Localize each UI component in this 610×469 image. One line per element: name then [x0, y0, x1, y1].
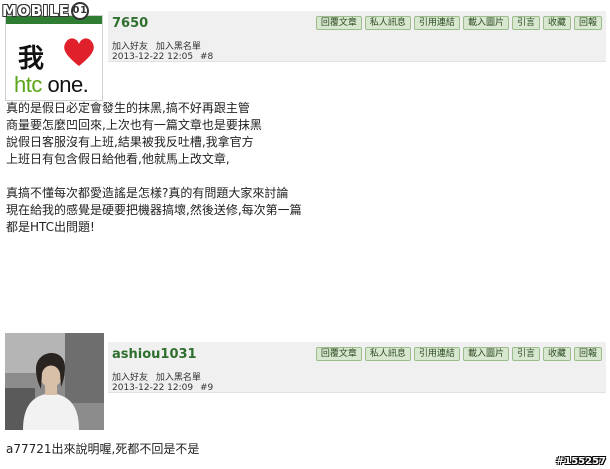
post-line: a77721出來說明喔,死都不回是不是 — [6, 442, 200, 456]
avatar-text: 我 — [18, 44, 45, 74]
post-content: a77721出來說明喔,死都不回是不是 — [6, 441, 199, 458]
site-logo[interactable]: MOBILE 01 — [2, 0, 89, 22]
post-8: 我 htc one. 7650 加入好友 加入黑名單 2013-12-22 12… — [0, 0, 610, 325]
post-line: 現在給我的感覺是硬要把機器搞壞,然後送修,每次第一篇 — [6, 203, 302, 217]
add-blacklist-link[interactable]: 加入黑名單 — [156, 373, 201, 383]
avatar[interactable]: 我 htc one. — [5, 15, 103, 101]
site-logo-text: MOBILE — [2, 2, 70, 20]
report-button[interactable]: 回報 — [573, 347, 602, 361]
post-header: 7650 加入好友 加入黑名單 2013-12-22 12:05 #8 回覆文章… — [108, 11, 606, 62]
post-number[interactable]: #9 — [200, 383, 213, 393]
add-blacklist-link[interactable]: 加入黑名單 — [156, 42, 201, 52]
reply-button[interactable]: 回覆文章 — [315, 16, 362, 30]
favorite-button[interactable]: 收藏 — [542, 347, 571, 361]
post-timestamp: 2013-12-22 12:09 — [112, 383, 194, 393]
post-paragraph: 真的是假日必定會發生的抹黑,搞不好再跟主管 商量要怎麼凹回來,上次也有一篇文章也… — [6, 100, 302, 168]
post-paragraph: 真搞不懂每次都愛造謠是怎樣?真的有問題大家來討論 現在給我的感覺是硬要把機器搞壞… — [6, 185, 302, 236]
avatar[interactable] — [5, 333, 104, 430]
post-line: 都是HTC出問題! — [6, 220, 95, 234]
post-toolbar: 回覆文章 私人訊息 引用連結 載入圖片 引言 收藏 回報 — [315, 347, 602, 361]
quote-link-button[interactable]: 引用連結 — [413, 16, 460, 30]
load-images-button[interactable]: 載入圖片 — [462, 16, 509, 30]
quote-button[interactable]: 引言 — [511, 347, 540, 361]
post-meta: 2013-12-22 12:05 #8 — [112, 52, 217, 62]
post-line: 上班日有包含假日給他看,他就馬上改文章, — [6, 152, 230, 166]
favorite-button[interactable]: 收藏 — [542, 16, 571, 30]
post-header: ashiou1031 加入好友 加入黑名單 2013-12-22 12:09 #… — [108, 342, 606, 393]
heart-icon — [64, 38, 94, 66]
user-actions: 加入好友 加入黑名單 — [112, 39, 206, 52]
post-line: 說假日客服沒有上班,結果被我反吐槽,我拿官方 — [6, 135, 254, 149]
site-logo-mark: 01 — [70, 2, 89, 20]
watermark: #155257 — [555, 456, 606, 467]
post-line: 商量要怎麼凹回來,上次也有一篇文章也是要抹黑 — [6, 118, 262, 132]
post-paragraph: a77721出來說明喔,死都不回是不是 — [6, 441, 199, 458]
private-message-button[interactable]: 私人訊息 — [364, 16, 411, 30]
post-line: 真的是假日必定會發生的抹黑,搞不好再跟主管 — [6, 101, 250, 115]
add-friend-link[interactable]: 加入好友 — [112, 373, 148, 383]
post-timestamp: 2013-12-22 12:05 — [112, 52, 194, 62]
quote-link-button[interactable]: 引用連結 — [413, 347, 460, 361]
private-message-button[interactable]: 私人訊息 — [364, 347, 411, 361]
username[interactable]: 7650 — [112, 16, 148, 31]
add-friend-link[interactable]: 加入好友 — [112, 42, 148, 52]
post-meta: 2013-12-22 12:09 #9 — [112, 383, 217, 393]
post-line: 真搞不懂每次都愛造謠是怎樣?真的有問題大家來討論 — [6, 186, 289, 200]
reply-button[interactable]: 回覆文章 — [315, 347, 362, 361]
user-actions: 加入好友 加入黑名單 — [112, 370, 206, 383]
post-content: 真的是假日必定會發生的抹黑,搞不好再跟主管 商量要怎麼凹回來,上次也有一篇文章也… — [6, 100, 302, 236]
report-button[interactable]: 回報 — [573, 16, 602, 30]
post-toolbar: 回覆文章 私人訊息 引用連結 載入圖片 引言 收藏 回報 — [315, 16, 602, 30]
post-9: ashiou1031 加入好友 加入黑名單 2013-12-22 12:09 #… — [0, 325, 610, 469]
load-images-button[interactable]: 載入圖片 — [462, 347, 509, 361]
quote-button[interactable]: 引言 — [511, 16, 540, 30]
avatar-brand: htc one. — [14, 72, 89, 97]
post-number[interactable]: #8 — [200, 52, 213, 62]
username[interactable]: ashiou1031 — [112, 347, 197, 362]
